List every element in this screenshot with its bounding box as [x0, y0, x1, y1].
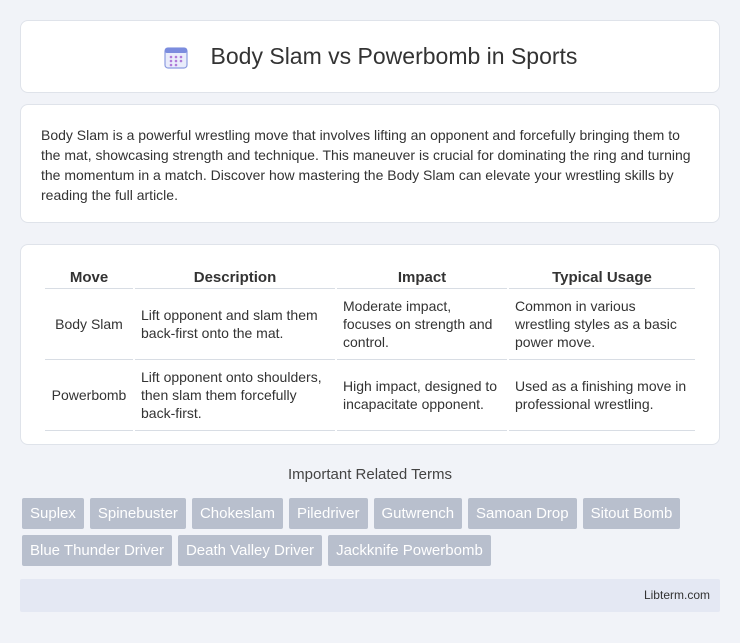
page-title: Body Slam vs Powerbomb in Sports	[210, 43, 578, 69]
cell-description: Lift opponent onto shoulders, then slam …	[135, 360, 335, 431]
intro-card: Body Slam is a powerful wrestling move t…	[20, 104, 720, 223]
tag-chokeslam[interactable]: Chokeslam	[191, 498, 283, 529]
tag-death-valley-driver[interactable]: Death Valley Driver	[177, 535, 323, 566]
tag-suplex[interactable]: Suplex	[22, 498, 84, 529]
cell-impact: High impact, designed to incapacitate op…	[337, 360, 507, 431]
column-header-description: Description	[135, 265, 335, 289]
comparison-table-card: Move Description Impact Typical Usage Bo…	[20, 244, 720, 445]
comparison-table: Move Description Impact Typical Usage Bo…	[43, 265, 697, 431]
column-header-impact: Impact	[337, 265, 507, 289]
cell-usage: Used as a finishing move in professional…	[509, 360, 695, 431]
column-header-move: Move	[45, 265, 133, 289]
table-row: Powerbomb Lift opponent onto shoulders, …	[45, 360, 695, 431]
tag-blue-thunder-driver[interactable]: Blue Thunder Driver	[22, 535, 172, 566]
related-terms-title: Important Related Terms	[288, 466, 452, 483]
footer: Libterm.com	[20, 579, 720, 612]
column-header-usage: Typical Usage	[509, 265, 695, 289]
table-row: Body Slam Lift opponent and slam them ba…	[45, 289, 695, 360]
footer-site-link[interactable]: Libterm.com	[644, 588, 710, 602]
cell-usage: Common in various wrestling styles as a …	[509, 289, 695, 360]
cell-move: Powerbomb	[45, 360, 133, 431]
calendar-icon	[163, 44, 189, 70]
header-card: Body Slam vs Powerbomb in Sports	[20, 20, 720, 93]
table-header-row: Move Description Impact Typical Usage	[45, 265, 695, 289]
cell-move: Body Slam	[45, 289, 133, 360]
tag-sitout-bomb[interactable]: Sitout Bomb	[582, 498, 681, 529]
intro-text: Body Slam is a powerful wrestling move t…	[41, 127, 691, 203]
tag-samoan-drop[interactable]: Samoan Drop	[468, 498, 577, 529]
tag-jackknife-powerbomb[interactable]: Jackknife Powerbomb	[328, 535, 491, 566]
tag-piledriver[interactable]: Piledriver	[288, 498, 368, 529]
cell-impact: Moderate impact, focuses on strength and…	[337, 289, 507, 360]
cell-description: Lift opponent and slam them back-first o…	[135, 289, 335, 360]
tag-gutwrench[interactable]: Gutwrench	[373, 498, 463, 529]
related-terms-tags: Suplex Spinebuster Chokeslam Piledriver …	[22, 498, 722, 572]
tag-spinebuster[interactable]: Spinebuster	[89, 498, 186, 529]
